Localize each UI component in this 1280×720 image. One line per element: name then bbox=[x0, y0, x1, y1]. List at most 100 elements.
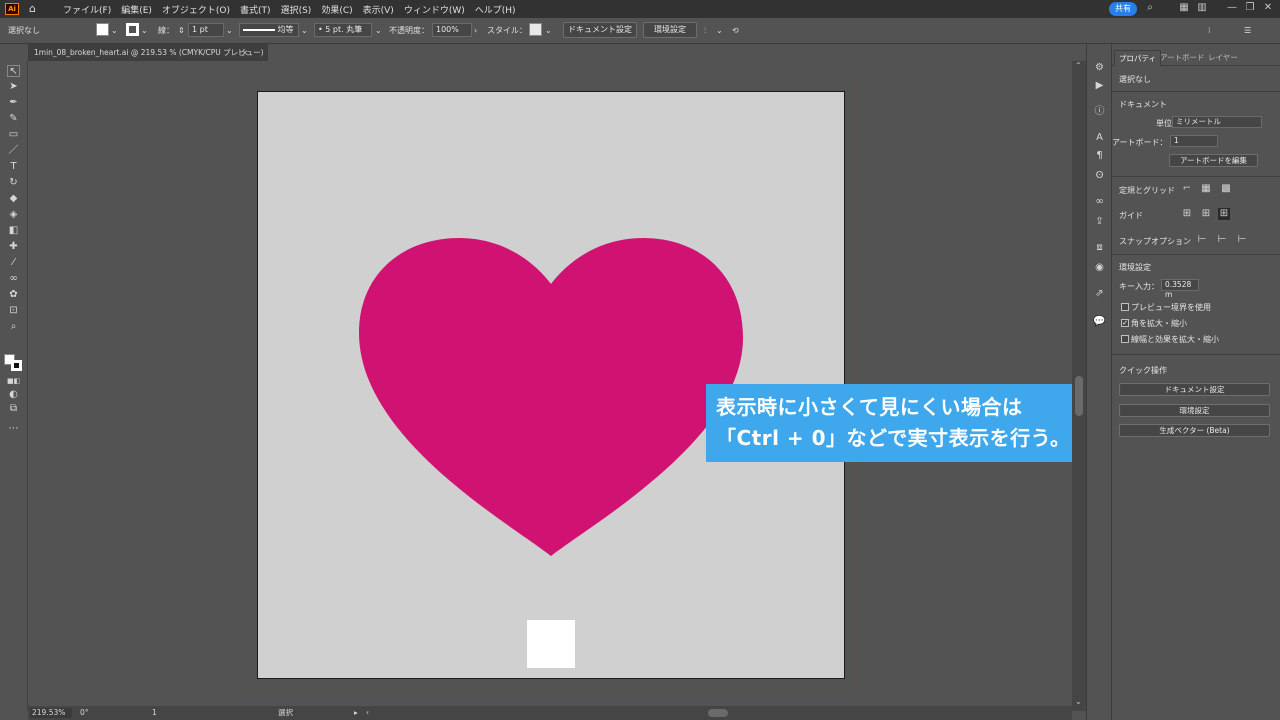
lock-guides-icon[interactable]: ⊞ bbox=[1200, 208, 1212, 220]
curvature-tool-icon[interactable]: ✎ bbox=[7, 113, 20, 125]
paintbrush-tool-icon[interactable]: ／ bbox=[7, 145, 20, 157]
rectangle-tool-icon[interactable]: ▭ bbox=[7, 129, 20, 141]
transparency-grid-icon[interactable]: ▩ bbox=[1220, 183, 1232, 195]
stroke-weight-field[interactable]: 1 pt bbox=[188, 23, 224, 37]
symbol-sprayer-tool-icon[interactable]: ✿ bbox=[7, 289, 20, 301]
chevron-left-icon[interactable]: ‹ bbox=[366, 708, 369, 718]
info-icon[interactable]: ⓘ bbox=[1093, 106, 1106, 118]
menu-effect[interactable]: 効果(C) bbox=[321, 3, 352, 16]
snap-point-icon[interactable]: ⊢ bbox=[1196, 234, 1208, 246]
tab-artboards[interactable]: アートボード bbox=[1156, 50, 1209, 66]
arrange-icon[interactable]: ▥ bbox=[1196, 2, 1208, 14]
tab-layers[interactable]: レイヤー bbox=[1204, 50, 1242, 66]
fill-swatch[interactable] bbox=[96, 23, 109, 36]
snap-glyph-icon[interactable]: ⊢ bbox=[1236, 234, 1248, 246]
edit-artboards-button[interactable]: アートボードを編集 bbox=[1169, 154, 1258, 167]
artboard-select[interactable]: 1 bbox=[1170, 135, 1218, 147]
menu-window[interactable]: ウィンドウ(W) bbox=[404, 3, 465, 16]
ruler-icon[interactable]: ⌐ bbox=[1181, 183, 1193, 195]
screen-mode-icon[interactable]: ⧉ bbox=[7, 403, 20, 415]
restore-icon[interactable]: ❐ bbox=[1244, 2, 1256, 14]
grid-icon[interactable]: ▦ bbox=[1200, 183, 1212, 195]
zoom-field[interactable]: 219.53% bbox=[30, 708, 72, 718]
scale-strokes-checkbox[interactable] bbox=[1121, 335, 1129, 343]
home-icon[interactable]: ⌂ bbox=[29, 3, 43, 15]
search-icon[interactable]: ⌕ bbox=[1144, 2, 1156, 14]
shape-builder-tool-icon[interactable]: ◈ bbox=[7, 209, 20, 221]
menu-view[interactable]: 表示(V) bbox=[363, 3, 394, 16]
zoom-tool-icon[interactable]: ⌕ bbox=[7, 321, 20, 333]
opentype-icon[interactable]: ʘ bbox=[1093, 170, 1106, 182]
preview-bounds-checkbox[interactable] bbox=[1121, 303, 1129, 311]
color-mode-icon[interactable]: ■◧ bbox=[7, 375, 20, 387]
heart-shape[interactable] bbox=[359, 238, 743, 556]
play-icon[interactable]: ▸ bbox=[354, 708, 358, 718]
chevron-down-icon[interactable]: ⌄ bbox=[301, 24, 308, 37]
blend-tool-icon[interactable]: ∞ bbox=[7, 273, 20, 285]
recolor-icon[interactable]: ⟲ bbox=[732, 24, 739, 37]
export-icon[interactable]: ⇪ bbox=[1093, 216, 1106, 228]
artboard-number-field[interactable]: 1 bbox=[152, 708, 157, 718]
chevron-right-icon[interactable]: › bbox=[474, 24, 477, 37]
stroke-color-icon[interactable] bbox=[11, 360, 22, 371]
draw-mode-icon[interactable]: ◐ bbox=[7, 389, 20, 401]
mesh-tool-icon[interactable]: ✚ bbox=[7, 241, 20, 253]
close-icon[interactable]: ✕ bbox=[1262, 2, 1274, 14]
eraser-tool-icon[interactable]: ◆ bbox=[7, 193, 20, 205]
minimize-icon[interactable]: — bbox=[1226, 2, 1238, 14]
menu-file[interactable]: ファイル(F) bbox=[63, 3, 111, 16]
style-swatch[interactable] bbox=[529, 23, 542, 36]
document-tab[interactable]: 1min_08_broken_heart.ai @ 219.53 % (CMYK… bbox=[28, 44, 268, 61]
quick-document-setup-button[interactable]: ドキュメント設定 bbox=[1119, 383, 1270, 396]
scroll-up-icon[interactable]: ⌃ bbox=[1075, 61, 1082, 70]
chevron-down-icon[interactable]: ⌄ bbox=[226, 24, 233, 37]
scroll-thumb[interactable] bbox=[1075, 376, 1083, 416]
asset-export-icon[interactable]: ⇗ bbox=[1093, 288, 1106, 300]
chevron-down-icon[interactable]: ⌄ bbox=[716, 24, 723, 37]
document-setup-button[interactable]: ドキュメント設定 bbox=[563, 22, 637, 38]
pen-tool-icon[interactable]: ✒ bbox=[7, 97, 20, 109]
comments-icon[interactable]: 💬 bbox=[1093, 316, 1106, 328]
generative-vector-button[interactable]: 生成ベクター (Beta) bbox=[1119, 424, 1270, 437]
horizontal-scroll-thumb[interactable] bbox=[708, 709, 728, 717]
menu-type[interactable]: 書式(T) bbox=[240, 3, 271, 16]
rotation-field[interactable]: 0° bbox=[80, 708, 89, 718]
chevron-down-icon[interactable]: ⌄ bbox=[375, 24, 382, 37]
quick-preferences-button[interactable]: 環境設定 bbox=[1119, 404, 1270, 417]
key-input-field[interactable]: 0.3528 m bbox=[1161, 279, 1199, 299]
white-square[interactable] bbox=[527, 620, 575, 668]
eyedropper-tool-icon[interactable]: ⁄ bbox=[7, 257, 20, 269]
links-icon[interactable]: ∞ bbox=[1093, 196, 1106, 208]
snap-pixel-icon[interactable]: ⊢ bbox=[1216, 234, 1228, 246]
chevron-down-icon[interactable]: ⌄ bbox=[111, 24, 118, 37]
menu-edit[interactable]: 編集(E) bbox=[121, 3, 152, 16]
artboard-tool-icon[interactable]: ⊡ bbox=[7, 305, 20, 317]
transform-icon[interactable]: ⁝ bbox=[1208, 24, 1211, 37]
units-select[interactable]: ミリメートル bbox=[1172, 116, 1262, 128]
menu-object[interactable]: オブジェクト(O) bbox=[162, 3, 230, 16]
stepper-icon[interactable]: ⇕ bbox=[178, 24, 185, 37]
libraries-icon[interactable]: ⚙ bbox=[1093, 62, 1106, 74]
chevron-down-icon[interactable]: ⌄ bbox=[545, 24, 552, 37]
actions-icon[interactable]: ▶ bbox=[1093, 80, 1106, 92]
menu-help[interactable]: ヘルプ(H) bbox=[475, 3, 516, 16]
type-tool-icon[interactable]: T bbox=[7, 161, 20, 173]
rotate-tool-icon[interactable]: ↻ bbox=[7, 177, 20, 189]
opacity-field[interactable]: 100% bbox=[432, 23, 472, 37]
tab-properties[interactable]: プロパティ bbox=[1114, 50, 1162, 66]
stroke-swatch[interactable] bbox=[126, 23, 139, 36]
stroke-style-select[interactable]: 均等 bbox=[239, 23, 299, 37]
vertical-scrollbar[interactable]: ⌃ ⌄ bbox=[1072, 61, 1086, 711]
scale-corners-checkbox[interactable]: ✓ bbox=[1121, 319, 1129, 327]
workspace-icon[interactable]: ▦ bbox=[1178, 2, 1190, 14]
brush-select[interactable]: • 5 pt. 丸筆 bbox=[314, 23, 372, 37]
align-icon[interactable]: ⫶ bbox=[704, 24, 706, 37]
status-mode[interactable]: 選択 bbox=[278, 708, 293, 718]
show-guides-icon[interactable]: ⊞ bbox=[1181, 208, 1193, 220]
paragraph-icon[interactable]: ¶ bbox=[1093, 150, 1106, 162]
close-icon[interactable]: × bbox=[242, 44, 248, 61]
selection-tool-icon[interactable]: ↖ bbox=[7, 65, 20, 77]
gradient-tool-icon[interactable]: ◧ bbox=[7, 225, 20, 237]
share-button[interactable]: 共有 bbox=[1109, 2, 1137, 16]
chevron-down-icon[interactable]: ⌄ bbox=[141, 24, 148, 37]
